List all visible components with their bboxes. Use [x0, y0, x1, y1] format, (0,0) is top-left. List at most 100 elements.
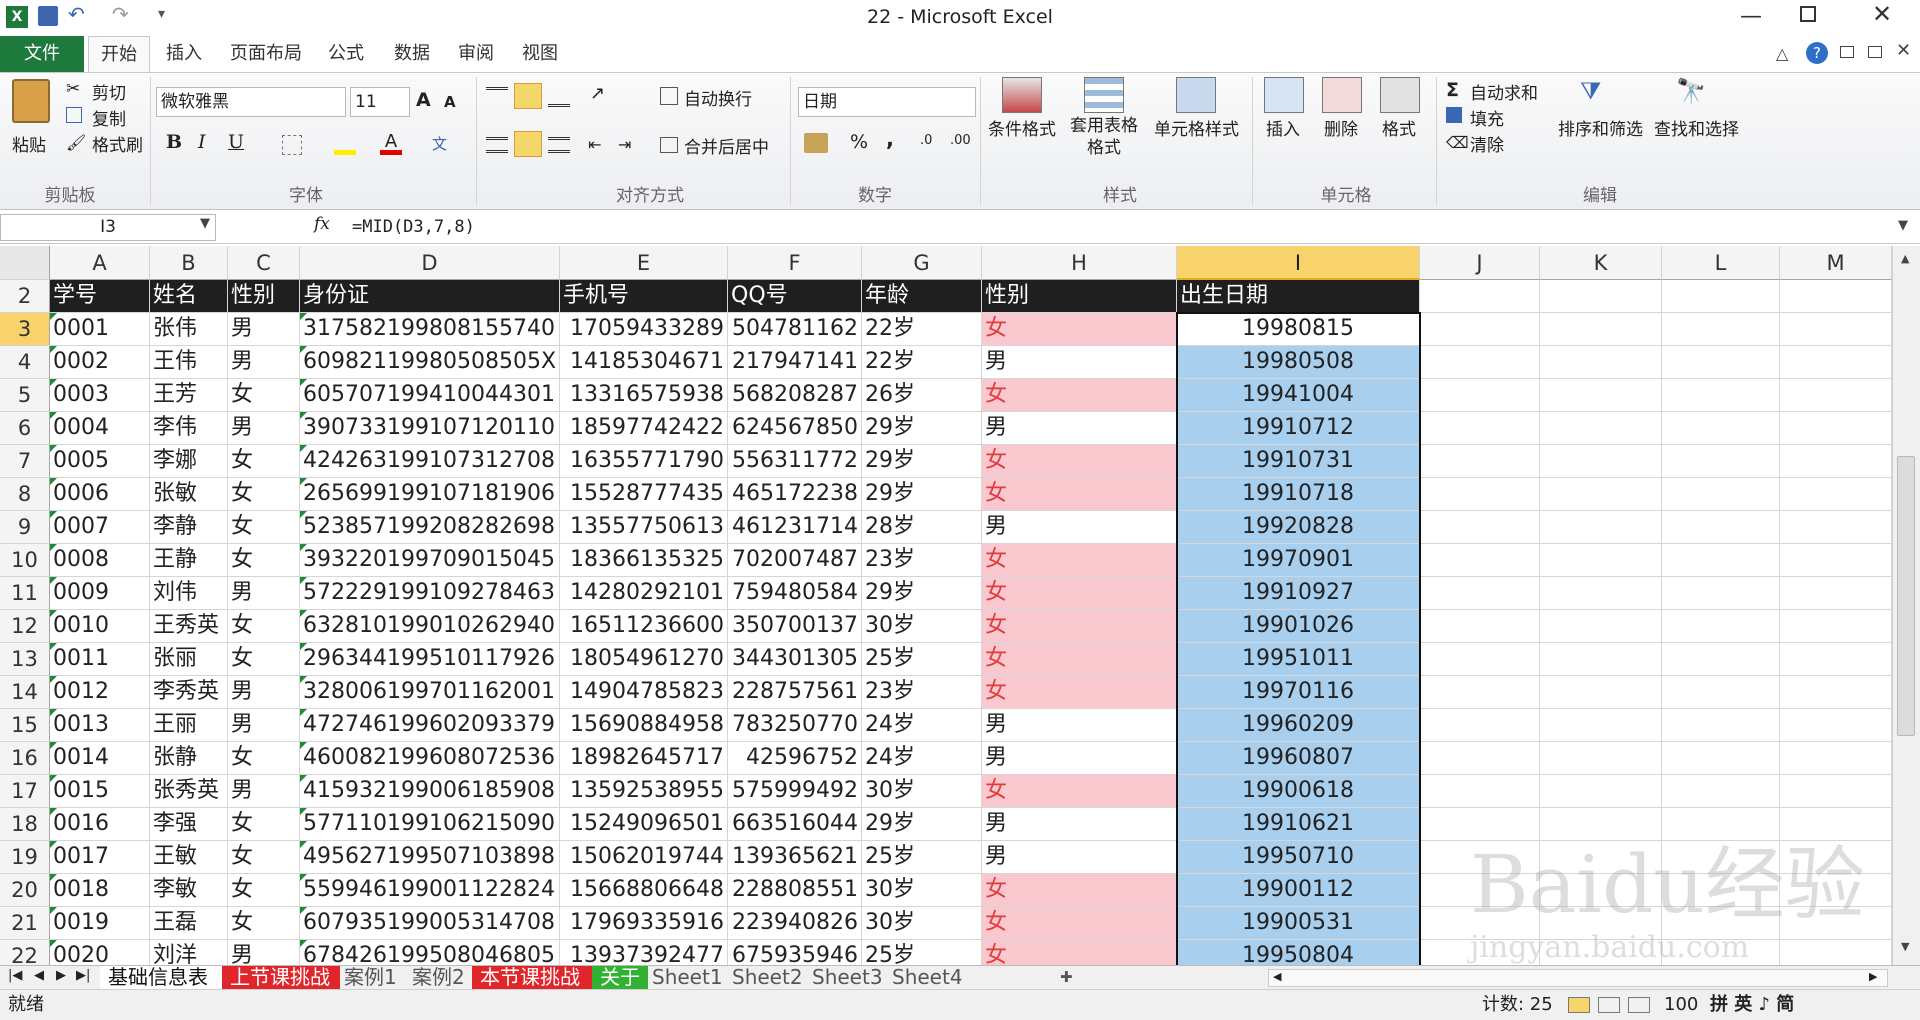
table-cell[interactable]: 60982119980508505X: [300, 346, 560, 379]
birth-date-cell[interactable]: 19960209: [1177, 709, 1420, 742]
empty-cell[interactable]: [1540, 709, 1662, 742]
table-cell[interactable]: 王敏: [150, 841, 228, 874]
empty-cell[interactable]: [1780, 445, 1892, 478]
header-cell[interactable]: QQ号: [728, 280, 862, 313]
table-cell[interactable]: 228757561: [728, 676, 862, 709]
empty-cell[interactable]: [1420, 643, 1540, 676]
table-cell[interactable]: 461231714: [728, 511, 862, 544]
empty-cell[interactable]: [1780, 544, 1892, 577]
table-cell[interactable]: 女: [228, 478, 300, 511]
column-header-g[interactable]: G: [862, 246, 982, 280]
row-header[interactable]: 12: [0, 610, 50, 643]
table-cell[interactable]: 男: [228, 676, 300, 709]
empty-cell[interactable]: [1780, 709, 1892, 742]
empty-cell[interactable]: [1780, 379, 1892, 412]
column-header-f[interactable]: F: [728, 246, 862, 280]
header-cell[interactable]: 出生日期: [1177, 280, 1420, 313]
birth-date-cell[interactable]: 19980508: [1177, 346, 1420, 379]
table-cell[interactable]: 0008: [50, 544, 150, 577]
empty-cell[interactable]: [1780, 742, 1892, 775]
table-cell[interactable]: 24岁: [862, 742, 982, 775]
birth-date-cell[interactable]: 19910718: [1177, 478, 1420, 511]
row-header[interactable]: 2: [0, 280, 50, 313]
table-cell[interactable]: 女: [228, 379, 300, 412]
tab-home[interactable]: 开始: [88, 36, 150, 72]
empty-cell[interactable]: [1662, 478, 1780, 511]
empty-cell[interactable]: [1420, 511, 1540, 544]
select-all-corner[interactable]: [0, 246, 50, 280]
table-cell[interactable]: 29岁: [862, 808, 982, 841]
table-cell[interactable]: 16511236600: [560, 610, 728, 643]
table-cell[interactable]: 18054961270: [560, 643, 728, 676]
decrease-decimal-icon[interactable]: .00: [950, 133, 971, 148]
table-cell[interactable]: 15668806648: [560, 874, 728, 907]
table-cell[interactable]: 女: [982, 643, 1177, 676]
row-header[interactable]: 3: [0, 313, 50, 346]
window-close-small-icon[interactable]: ✕: [1896, 40, 1911, 61]
table-cell[interactable]: 472746199602093379: [300, 709, 560, 742]
birth-date-cell[interactable]: 19910731: [1177, 445, 1420, 478]
empty-cell[interactable]: [1420, 313, 1540, 346]
cut-button[interactable]: 剪切: [92, 79, 126, 104]
empty-cell[interactable]: [1540, 511, 1662, 544]
empty-cell[interactable]: [1780, 676, 1892, 709]
empty-cell[interactable]: [1420, 280, 1540, 313]
bold-button[interactable]: B: [166, 131, 182, 153]
table-cell[interactable]: 王秀英: [150, 610, 228, 643]
grow-font-button[interactable]: A: [416, 89, 431, 111]
table-cell[interactable]: 577110199106215090: [300, 808, 560, 841]
column-header-e[interactable]: E: [560, 246, 728, 280]
table-cell[interactable]: 29岁: [862, 445, 982, 478]
table-cell[interactable]: 0005: [50, 445, 150, 478]
fill-button[interactable]: 填充: [1470, 105, 1504, 130]
table-cell[interactable]: 女: [982, 676, 1177, 709]
birth-date-cell[interactable]: 19910621: [1177, 808, 1420, 841]
table-cell[interactable]: 17059433289: [560, 313, 728, 346]
shrink-font-button[interactable]: A: [444, 93, 456, 111]
empty-cell[interactable]: [1540, 412, 1662, 445]
comma-button[interactable]: ,: [886, 127, 894, 151]
tab-file[interactable]: 文件: [0, 36, 84, 72]
column-header-d[interactable]: D: [300, 246, 560, 280]
table-cell[interactable]: 0002: [50, 346, 150, 379]
find-select-button[interactable]: 查找和选择: [1654, 115, 1739, 140]
table-cell[interactable]: 女: [228, 643, 300, 676]
table-cell[interactable]: 女: [982, 544, 1177, 577]
empty-cell[interactable]: [1420, 742, 1540, 775]
table-cell[interactable]: 13937392477: [560, 940, 728, 965]
row-header[interactable]: 14: [0, 676, 50, 709]
empty-cell[interactable]: [1540, 643, 1662, 676]
table-cell[interactable]: 23岁: [862, 676, 982, 709]
table-cell[interactable]: 0006: [50, 478, 150, 511]
table-cell[interactable]: 139365621: [728, 841, 862, 874]
copy-button[interactable]: 复制: [92, 105, 126, 130]
empty-cell[interactable]: [1780, 610, 1892, 643]
header-cell[interactable]: 手机号: [560, 280, 728, 313]
column-header-a[interactable]: A: [50, 246, 150, 280]
table-cell[interactable]: 16355771790: [560, 445, 728, 478]
page-break-view-icon[interactable]: [1628, 997, 1650, 1013]
table-cell[interactable]: 25岁: [862, 940, 982, 965]
row-header[interactable]: 15: [0, 709, 50, 742]
table-cell[interactable]: 男: [982, 511, 1177, 544]
table-cell[interactable]: 张敏: [150, 478, 228, 511]
increase-decimal-icon[interactable]: .0: [920, 133, 932, 148]
paste-icon[interactable]: [12, 79, 50, 123]
table-cell[interactable]: 14185304671: [560, 346, 728, 379]
font-size-combo[interactable]: 11: [350, 87, 410, 117]
table-cell[interactable]: 30岁: [862, 775, 982, 808]
empty-cell[interactable]: [1540, 775, 1662, 808]
border-icon[interactable]: [282, 135, 302, 155]
next-sheet-icon[interactable]: ▶: [56, 968, 66, 983]
restore-icon[interactable]: [1800, 6, 1816, 22]
table-cell[interactable]: 632810199010262940: [300, 610, 560, 643]
table-cell[interactable]: 女: [228, 907, 300, 940]
table-cell[interactable]: 30岁: [862, 907, 982, 940]
column-header-m[interactable]: M: [1780, 246, 1892, 280]
empty-cell[interactable]: [1420, 577, 1540, 610]
minimize-ribbon-icon[interactable]: △: [1776, 44, 1788, 63]
table-cell[interactable]: 男: [228, 577, 300, 610]
header-cell[interactable]: 性别: [982, 280, 1177, 313]
table-cell[interactable]: 13557750613: [560, 511, 728, 544]
birth-date-cell[interactable]: 19900531: [1177, 907, 1420, 940]
